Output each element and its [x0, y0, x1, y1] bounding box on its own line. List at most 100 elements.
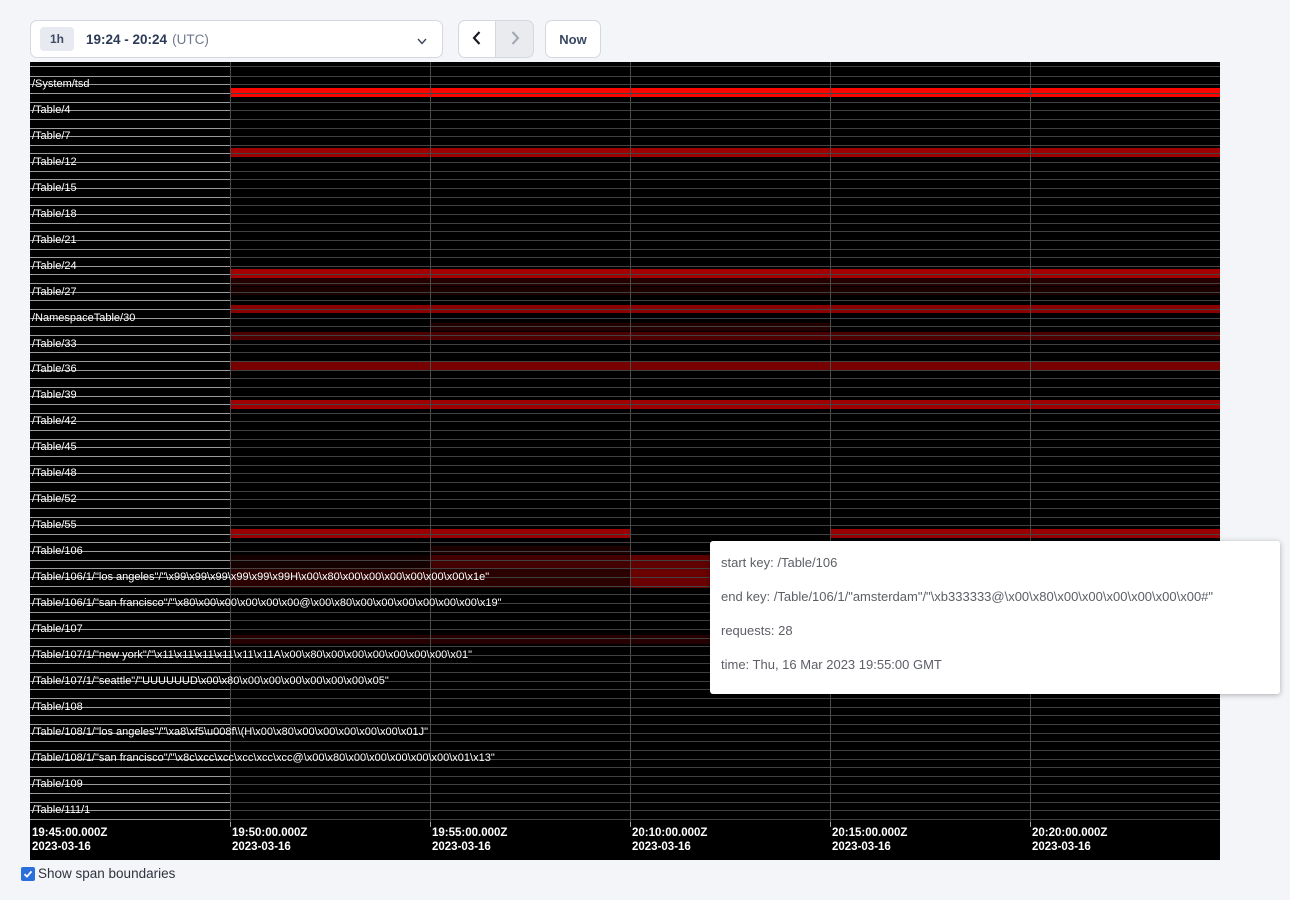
- time-tick-mark: [1030, 822, 1031, 827]
- span-boundary-line: [30, 223, 1220, 224]
- span-boundary-line: [30, 413, 1220, 414]
- row-label: /Table/107: [32, 623, 83, 635]
- time-tick-label: 19:50:00.000Z2023-03-16: [232, 826, 307, 854]
- heat-band[interactable]: [430, 546, 630, 554]
- span-boundary-line: [30, 110, 1220, 111]
- span-boundary-line: [30, 136, 1220, 137]
- heat-band[interactable]: [230, 269, 1220, 278]
- time-tick-label: 20:20:00.000Z2023-03-16: [1032, 826, 1107, 854]
- row-label: /Table/27: [32, 286, 77, 298]
- span-boundary-line: [30, 707, 1220, 708]
- span-boundary-line: [30, 482, 1220, 483]
- span-boundary-line: [30, 102, 1220, 103]
- tooltip-end-key: end key: /Table/106/1/"amsterdam"/"\xb33…: [721, 580, 1280, 614]
- row-label: /Table/36: [32, 363, 77, 375]
- span-boundary-line: [30, 197, 1220, 198]
- time-range-label: 19:24 - 20:24: [86, 32, 167, 47]
- row-label: /Table/108/1/"los angeles"/"\xa8\xf5\u00…: [32, 726, 428, 738]
- time-gridline: [1030, 62, 1031, 822]
- span-boundary-line: [30, 802, 1220, 803]
- span-boundary-line: [30, 145, 1220, 146]
- next-time-button[interactable]: [496, 20, 534, 58]
- row-label: /Table/24: [32, 260, 77, 272]
- chevron-right-icon: [508, 30, 522, 49]
- row-label: /Table/12: [32, 156, 77, 168]
- span-boundary-line: [30, 257, 1220, 258]
- row-label: /Table/4: [32, 104, 71, 116]
- span-boundary-line: [30, 430, 1220, 431]
- span-boundary-line: [30, 153, 1220, 154]
- span-boundary-line: [30, 283, 1220, 284]
- now-button[interactable]: Now: [545, 20, 601, 58]
- row-label: /Table/21: [32, 234, 77, 246]
- span-boundary-line: [30, 750, 1220, 751]
- chevron-left-icon: [470, 30, 484, 49]
- heat-band[interactable]: [230, 278, 1220, 287]
- row-label: /System/tsd: [32, 78, 89, 90]
- tooltip-requests: requests: 28: [721, 614, 1280, 648]
- row-label: /NamespaceTable/30: [32, 312, 135, 324]
- heat-band[interactable]: [230, 555, 430, 568]
- span-boundary-line: [30, 344, 1220, 345]
- span-boundary-line: [30, 84, 1220, 85]
- span-boundary-line: [30, 119, 1220, 120]
- keyvisualizer[interactable]: /System/tsd/Table/4/Table/7/Table/12/Tab…: [30, 62, 1220, 860]
- time-gridline: [630, 62, 631, 822]
- span-boundary-line: [30, 819, 1220, 820]
- span-boundary-line: [30, 421, 1220, 422]
- row-label: /Table/52: [32, 493, 77, 505]
- tooltip: start key: /Table/106 end key: /Table/10…: [710, 541, 1280, 694]
- row-label: /Table/48: [32, 467, 77, 479]
- heat-band[interactable]: [230, 287, 1220, 296]
- heat-band[interactable]: [230, 361, 1220, 370]
- time-tick-label: 19:55:00.000Z2023-03-16: [432, 826, 507, 854]
- span-boundary-line: [30, 439, 1220, 440]
- row-label: /Table/106/1/"los angeles"/"\x99\x99\x99…: [32, 571, 489, 583]
- span-boundary-line: [30, 741, 1220, 742]
- span-boundary-line: [30, 378, 1220, 379]
- span-boundary-line: [30, 447, 1220, 448]
- span-boundaries-toggle[interactable]: Show span boundaries: [21, 866, 175, 881]
- heat-band[interactable]: [230, 148, 1220, 157]
- span-boundary-line: [30, 335, 1220, 336]
- span-boundary-line: [30, 465, 1220, 466]
- tooltip-start-key: start key: /Table/106: [721, 546, 1280, 580]
- heat-band[interactable]: [630, 555, 710, 568]
- span-boundaries-label: Show span boundaries: [38, 866, 175, 881]
- span-boundary-line: [30, 473, 1220, 474]
- span-boundary-line: [30, 240, 1220, 241]
- span-boundary-line: [30, 231, 1220, 232]
- span-boundary-line: [30, 387, 1220, 388]
- span-boundary-line: [30, 205, 1220, 206]
- time-preset-badge: 1h: [40, 27, 74, 51]
- span-boundary-line: [30, 404, 1220, 405]
- time-tick-label: 20:10:00.000Z2023-03-16: [632, 826, 707, 854]
- tooltip-time: time: Thu, 16 Mar 2023 19:55:00 GMT: [721, 648, 1280, 682]
- span-boundary-line: [30, 698, 1220, 699]
- span-boundary-line: [30, 776, 1220, 777]
- timezone-label: (UTC): [172, 32, 209, 47]
- chevron-down-icon: [416, 34, 428, 52]
- span-boundary-line: [30, 767, 1220, 768]
- heat-band[interactable]: [430, 555, 630, 568]
- span-boundary-line: [30, 179, 1220, 180]
- time-range-selector[interactable]: 1h 19:24 - 20:24 (UTC): [30, 20, 443, 58]
- row-label: /Table/18: [32, 208, 77, 220]
- row-label: /Table/108: [32, 701, 83, 713]
- prev-time-button[interactable]: [458, 20, 496, 58]
- row-label: /Table/42: [32, 415, 77, 427]
- span-boundary-line: [30, 266, 1220, 267]
- row-label: /Table/39: [32, 389, 77, 401]
- span-boundary-line: [30, 66, 1220, 67]
- span-boundary-line: [30, 249, 1220, 250]
- row-label: /Table/106: [32, 545, 83, 557]
- row-label: /Table/107/1/"new york"/"\x11\x11\x11\x1…: [32, 649, 472, 661]
- span-boundary-line: [30, 188, 1220, 189]
- time-tick-mark: [630, 822, 631, 827]
- span-boundary-line: [30, 76, 1220, 77]
- span-boundary-line: [30, 326, 1220, 327]
- heat-band[interactable]: [230, 635, 710, 644]
- span-boundary-line: [30, 525, 1220, 526]
- span-boundaries-checkbox[interactable]: [21, 867, 35, 881]
- span-boundary-line: [30, 300, 1220, 301]
